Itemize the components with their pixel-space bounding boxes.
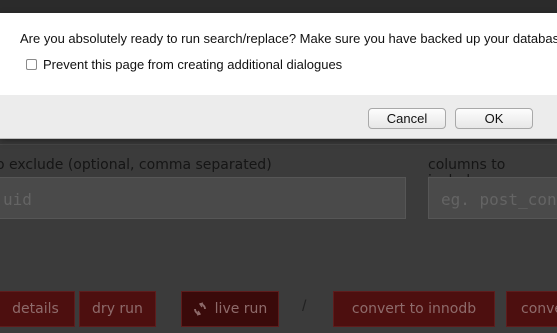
- dry-run-button[interactable]: dry run: [79, 291, 156, 327]
- convert-second-button-label: conve: [521, 301, 557, 317]
- details-button[interactable]: details: [0, 291, 75, 327]
- dialog-body: Are you absolutely ready to run search/r…: [0, 13, 557, 95]
- convert-to-innodb-button[interactable]: convert to innodb: [333, 291, 495, 327]
- dialog-message: Are you absolutely ready to run search/r…: [20, 31, 557, 46]
- convert-to-innodb-button-label: convert to innodb: [351, 301, 477, 317]
- refresh-icon: [193, 302, 207, 316]
- include-columns-placeholder: eg. post_con: [441, 190, 557, 209]
- details-button-label: details: [12, 301, 59, 317]
- ok-button-label: OK: [484, 111, 504, 126]
- cancel-button[interactable]: Cancel: [368, 108, 446, 129]
- exclude-columns-input[interactable]: uid: [0, 177, 406, 219]
- exclude-columns-label: o exclude (optional, comma separated): [0, 157, 272, 173]
- prevent-dialogues-label[interactable]: Prevent this page from creating addition…: [43, 57, 342, 72]
- live-run-button[interactable]: live run: [181, 291, 279, 327]
- convert-second-button[interactable]: conve: [506, 291, 557, 327]
- live-run-button-label: live run: [214, 301, 268, 317]
- ok-button[interactable]: OK: [455, 108, 533, 129]
- prevent-dialogues-checkbox[interactable]: [26, 59, 37, 70]
- button-separator: /: [302, 298, 307, 315]
- dry-run-button-label: dry run: [92, 301, 143, 317]
- cancel-button-label: Cancel: [386, 111, 428, 126]
- prevent-dialogues-option[interactable]: Prevent this page from creating addition…: [26, 57, 342, 72]
- confirm-dialog: Are you absolutely ready to run search/r…: [0, 13, 557, 139]
- exclude-columns-placeholder: uid: [3, 190, 32, 209]
- include-columns-input[interactable]: eg. post_con: [428, 177, 557, 219]
